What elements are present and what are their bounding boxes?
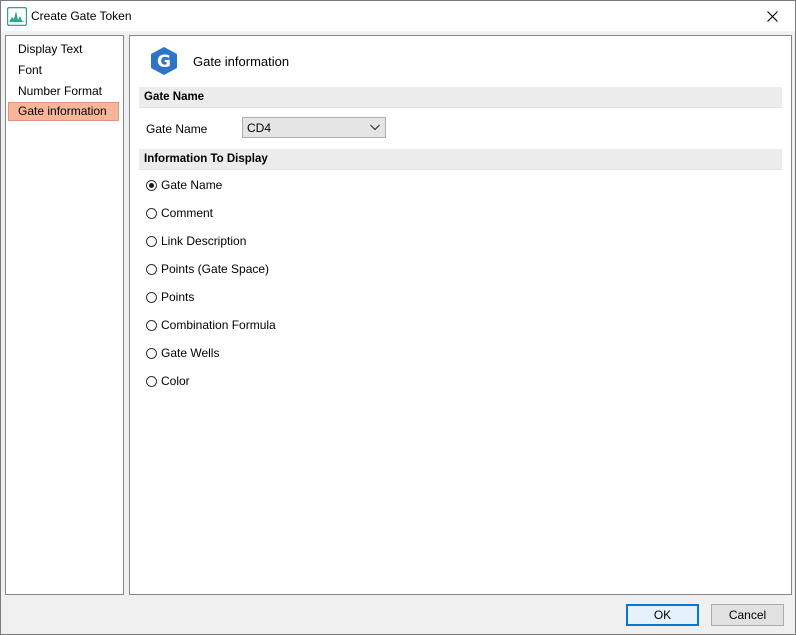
content-panel: G Gate information Gate Name Gate Name C… [129, 35, 792, 595]
radio-button[interactable] [146, 319, 157, 331]
radio-button[interactable] [146, 179, 157, 191]
radio-label: Color [161, 374, 190, 388]
cancel-button[interactable]: Cancel [711, 604, 784, 626]
close-button[interactable] [749, 1, 795, 31]
sidebar-item-display-text[interactable]: Display Text [8, 40, 119, 59]
window-title: Create Gate Token [31, 9, 132, 23]
radio-comment[interactable]: Comment [146, 205, 213, 221]
sidebar-item-gate-information[interactable]: Gate information [8, 102, 119, 121]
sidebar-item-number-format[interactable]: Number Format [8, 82, 119, 101]
section-header-information-to-display: Information To Display [139, 149, 782, 170]
radio-button[interactable] [146, 375, 157, 387]
radio-points-gate-space[interactable]: Points (Gate Space) [146, 261, 269, 277]
radio-button[interactable] [146, 263, 157, 275]
radio-button[interactable] [146, 207, 157, 219]
close-icon [766, 10, 778, 22]
gate-name-label: Gate Name [146, 122, 208, 136]
radio-link-description[interactable]: Link Description [146, 233, 246, 249]
title-bar[interactable]: Create Gate Token [1, 1, 795, 31]
dialog-window: Create Gate Token Display Text Font Numb… [0, 0, 796, 635]
radio-combination-formula[interactable]: Combination Formula [146, 317, 276, 333]
radio-label: Link Description [161, 234, 247, 248]
gate-name-dropdown[interactable]: CD4 [242, 117, 386, 138]
radio-label: Gate Name [161, 178, 223, 192]
section-header-label: Gate Name [144, 91, 205, 103]
radio-button[interactable] [146, 235, 157, 247]
section-header-gate-name: Gate Name [139, 87, 782, 108]
radio-label: Combination Formula [161, 318, 276, 332]
ok-button[interactable]: OK [626, 604, 699, 626]
radio-label: Points (Gate Space) [161, 262, 270, 276]
page-title: Gate information [193, 54, 290, 69]
radio-label: Gate Wells [161, 346, 220, 360]
chevron-down-icon [370, 124, 380, 131]
sidebar-nav: Display Text Font Number Format Gate inf… [5, 35, 124, 595]
gate-name-dropdown-value: CD4 [247, 121, 272, 135]
radio-color[interactable]: Color [146, 373, 190, 389]
radio-gate-wells[interactable]: Gate Wells [146, 345, 219, 361]
radio-points[interactable]: Points [146, 289, 194, 305]
app-chart-icon [7, 7, 27, 26]
section-header-label: Information To Display [144, 153, 268, 165]
radio-label: Points [161, 290, 195, 304]
g-logo-letter: G [157, 52, 171, 72]
g-logo-icon: G [151, 47, 177, 75]
sidebar-item-font[interactable]: Font [8, 61, 119, 80]
radio-button[interactable] [146, 347, 157, 359]
radio-button[interactable] [146, 291, 157, 303]
radio-gate-name[interactable]: Gate Name [146, 177, 222, 193]
radio-label: Comment [161, 206, 214, 220]
